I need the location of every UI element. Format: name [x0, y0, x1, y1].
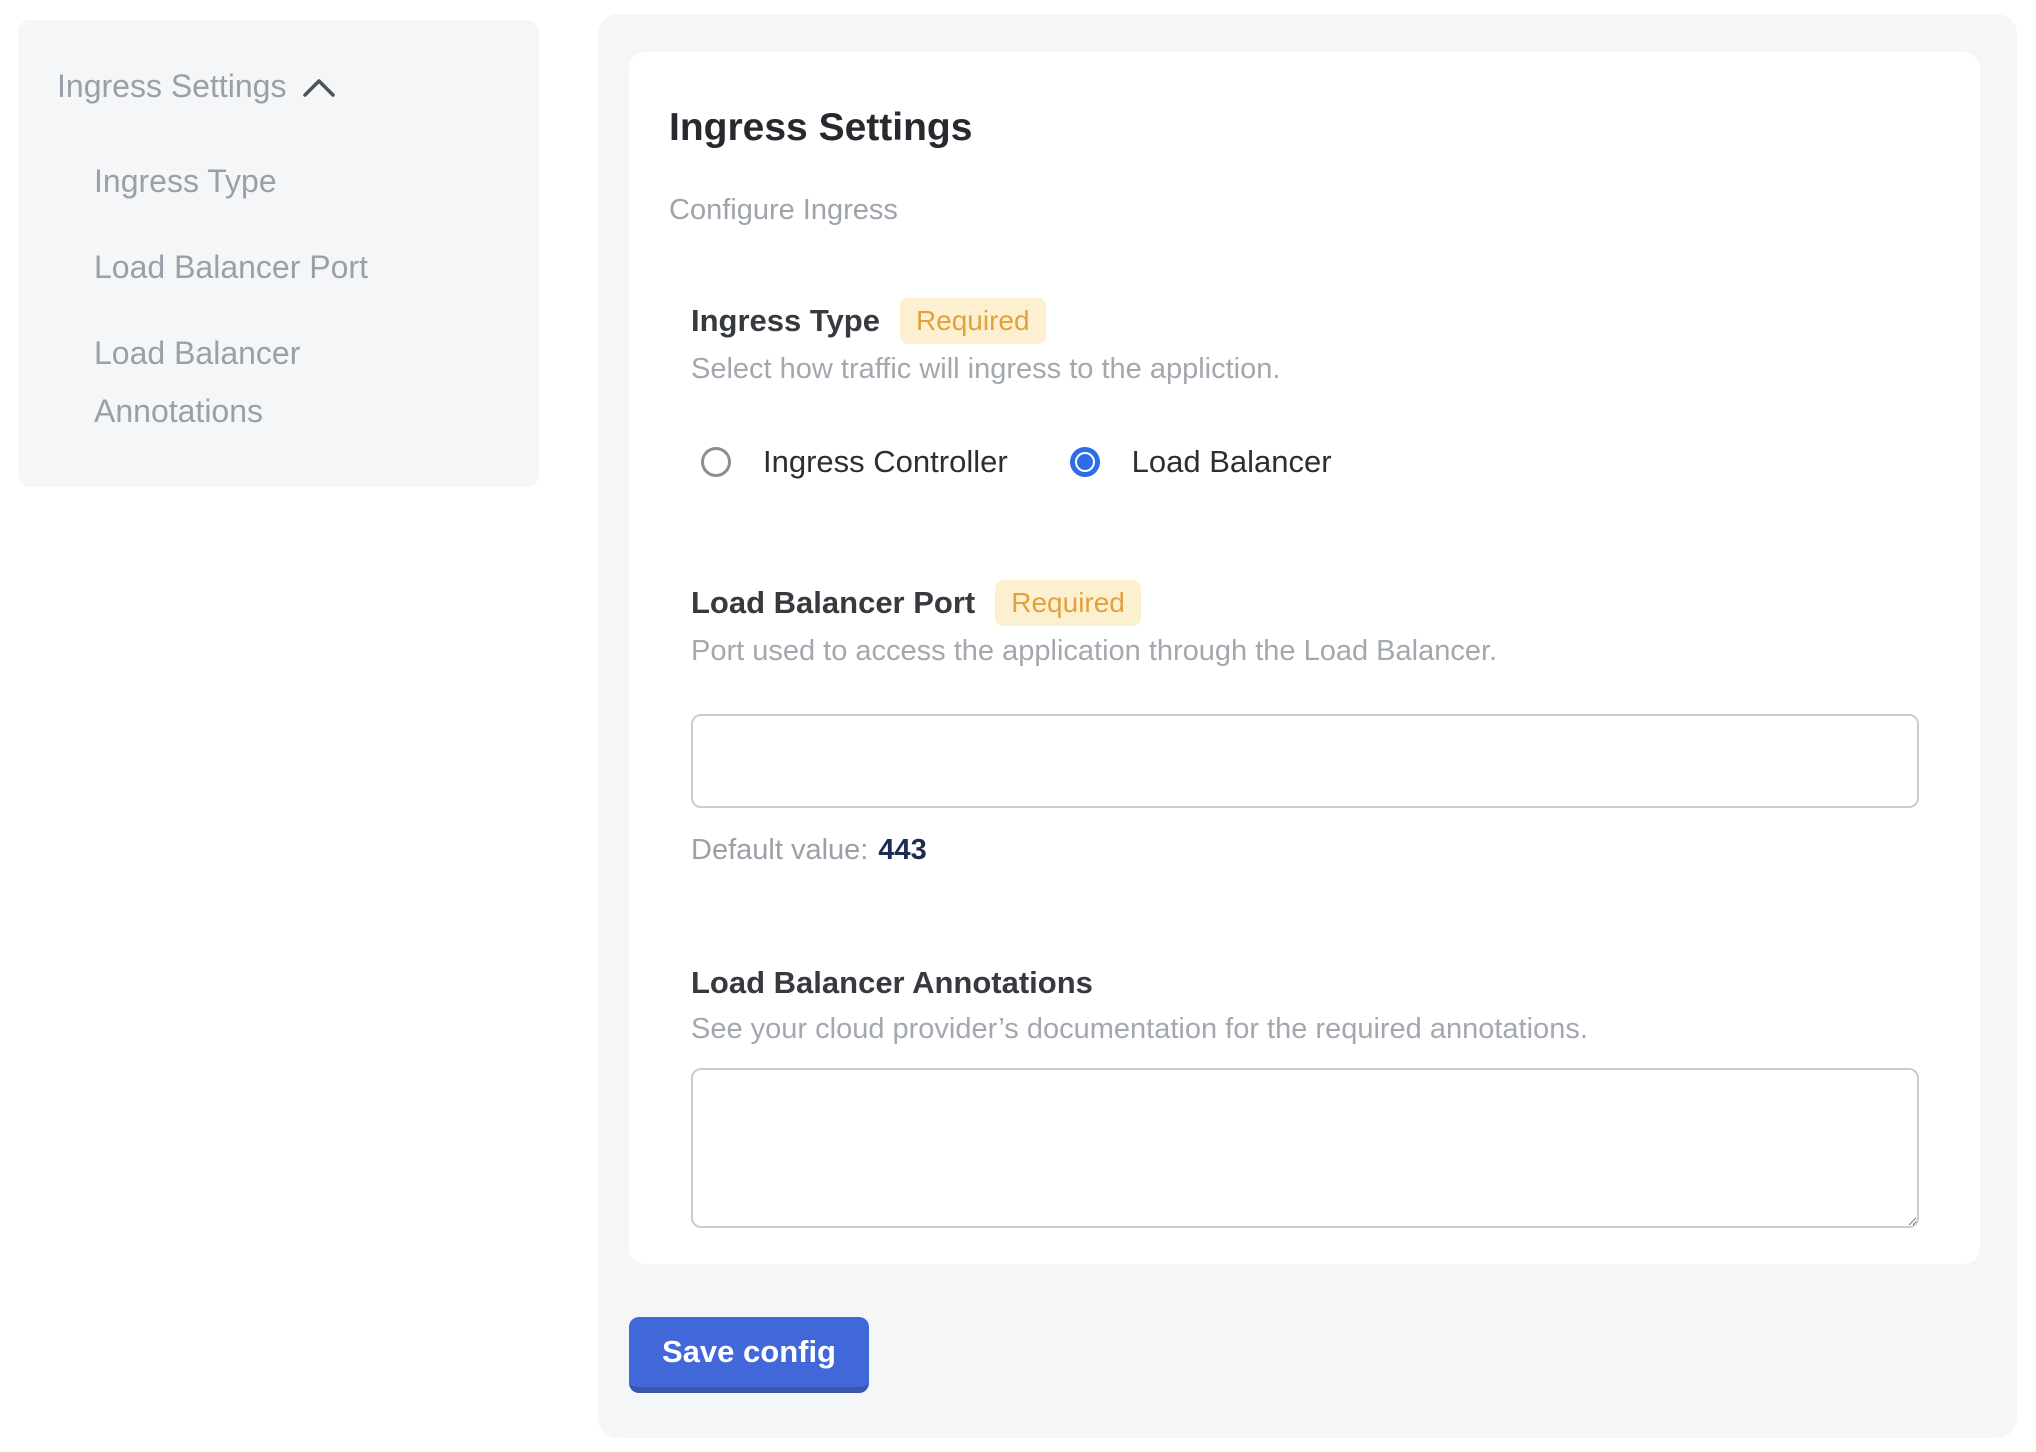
page-title: Ingress Settings — [669, 104, 1920, 152]
settings-sidebar: Ingress Settings Ingress Type Load Balan… — [18, 20, 539, 487]
required-badge: Required — [900, 298, 1046, 344]
default-value-label: Default value: — [691, 834, 868, 866]
radio-label: Load Balancer — [1132, 444, 1332, 480]
radio-ingress-controller[interactable]: Ingress Controller — [701, 444, 1008, 480]
radio-label: Ingress Controller — [763, 444, 1008, 480]
sidebar-item-list: Ingress Type Load Balancer Port Load Bal… — [94, 152, 511, 440]
sidebar-group-label: Ingress Settings — [57, 66, 286, 106]
ingress-type-description: Select how traffic will ingress to the a… — [691, 350, 1920, 388]
load-balancer-port-description: Port used to access the application thro… — [691, 632, 1920, 670]
load-balancer-annotations-heading: Load Balancer Annotations — [691, 962, 1093, 1004]
default-value-helper: Default value: 443 — [691, 832, 1920, 868]
ingress-type-heading: Ingress Type — [691, 300, 880, 342]
section-load-balancer-port: Load Balancer Port Required Port used to… — [691, 580, 1920, 868]
sidebar-item-ingress-type[interactable]: Ingress Type — [94, 152, 442, 210]
load-balancer-port-heading: Load Balancer Port — [691, 582, 975, 624]
sidebar-item-load-balancer-annotations[interactable]: Load Balancer Annotations — [94, 324, 442, 440]
sidebar-group-ingress-settings[interactable]: Ingress Settings — [57, 66, 511, 106]
radio-load-balancer[interactable]: Load Balancer — [1070, 444, 1332, 480]
save-config-button[interactable]: Save config — [629, 1317, 869, 1393]
main-panel: Ingress Settings Configure Ingress Ingre… — [598, 14, 2017, 1438]
section-load-balancer-annotations: Load Balancer Annotations See your cloud… — [691, 962, 1920, 1228]
default-value-number: 443 — [878, 834, 926, 866]
load-balancer-annotations-description: See your cloud provider’s documentation … — [691, 1010, 1920, 1048]
section-ingress-type: Ingress Type Required Select how traffic… — [691, 298, 1920, 480]
ingress-type-radio-group: Ingress Controller Load Balancer — [691, 444, 1920, 480]
page-subtitle: Configure Ingress — [669, 192, 1920, 228]
chevron-up-icon — [302, 76, 336, 100]
required-badge: Required — [995, 580, 1141, 626]
ingress-settings-card: Ingress Settings Configure Ingress Ingre… — [629, 52, 1980, 1264]
load-balancer-port-input[interactable] — [691, 714, 1919, 808]
sidebar-item-load-balancer-port[interactable]: Load Balancer Port — [94, 238, 442, 296]
radio-circle-icon — [701, 447, 731, 477]
load-balancer-annotations-textarea[interactable] — [691, 1068, 1919, 1228]
radio-circle-icon — [1070, 447, 1100, 477]
